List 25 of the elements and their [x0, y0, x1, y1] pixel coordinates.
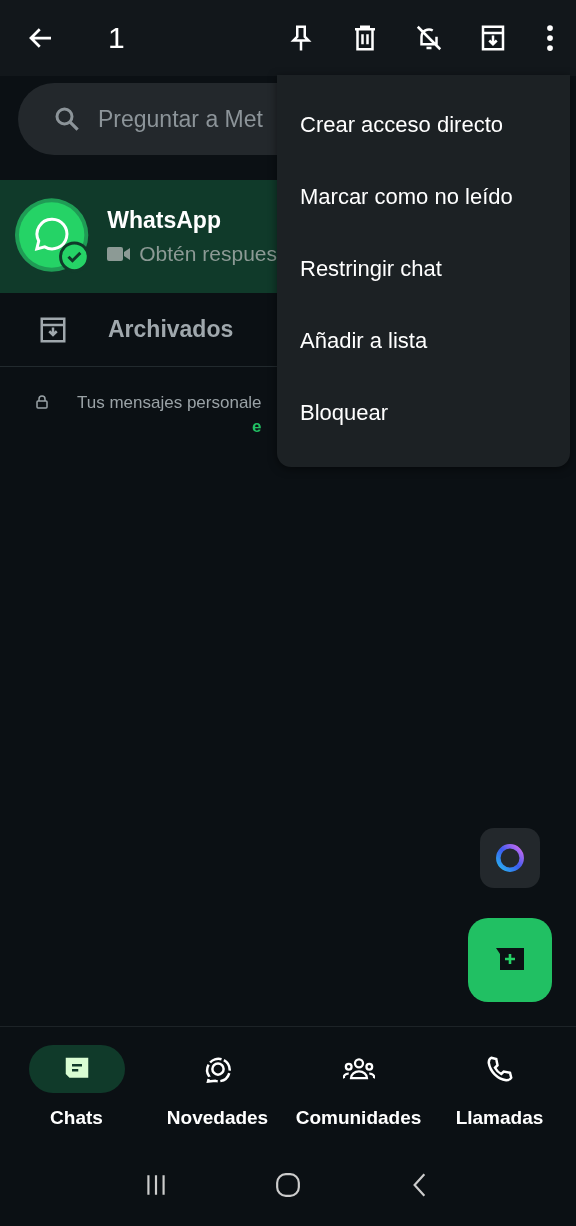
encryption-notice: Tus mensajes personale: [77, 393, 262, 413]
mute-bell-icon[interactable]: [414, 23, 444, 53]
nav-tab[interactable]: Llamadas: [429, 1027, 570, 1152]
menu-item[interactable]: Bloquear: [277, 377, 570, 449]
menu-item[interactable]: Crear acceso directo: [277, 89, 570, 161]
nav-tab[interactable]: Comunidades: [288, 1027, 429, 1152]
new-chat-button[interactable]: [468, 918, 552, 1002]
search-placeholder: Preguntar a Met: [98, 105, 263, 133]
home-icon[interactable]: [275, 1172, 301, 1198]
chat-preview: Obtén respues: [139, 242, 277, 266]
archived-label: Archivados: [108, 316, 234, 343]
selected-count: 1: [108, 21, 125, 55]
nav-tab[interactable]: Chats: [6, 1027, 147, 1152]
menu-item[interactable]: Marcar como no leído: [277, 161, 570, 233]
chat-row[interactable]: WhatsApp Obtén respues: [0, 180, 277, 293]
chat-name: WhatsApp: [107, 207, 222, 234]
lock-icon: [36, 395, 48, 409]
search-field[interactable]: Preguntar a Met: [18, 83, 277, 155]
video-icon: [107, 246, 132, 262]
meta-ai-button[interactable]: [480, 828, 540, 888]
encryption-link[interactable]: e: [252, 417, 262, 437]
nav-tab[interactable]: Novedades: [147, 1027, 288, 1152]
menu-item[interactable]: Restringir chat: [277, 233, 570, 305]
menu-item[interactable]: Añadir a lista: [277, 305, 570, 377]
more-options-icon[interactable]: [544, 23, 556, 53]
